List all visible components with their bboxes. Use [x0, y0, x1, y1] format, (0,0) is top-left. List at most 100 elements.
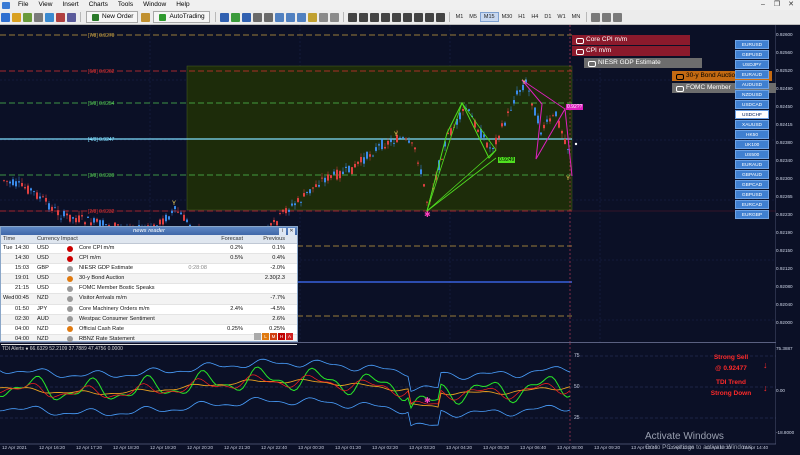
symbol-button[interactable]: GBPUSD [735, 189, 769, 199]
symbol-button[interactable]: EURCAD [735, 199, 769, 209]
vertical-line-icon[interactable] [369, 12, 379, 22]
menu-insert[interactable]: Insert [57, 0, 83, 10]
tester-icon[interactable] [67, 12, 76, 22]
crosshair-icon[interactable] [358, 12, 368, 22]
expand-icon[interactable] [613, 12, 623, 22]
news-row[interactable]: 21:15 USD FOMC Member Bostic Speaks [1, 284, 297, 295]
header-time[interactable]: Time [1, 235, 37, 243]
zoom-in-icon[interactable] [252, 12, 262, 22]
bar-chart-icon[interactable] [219, 12, 229, 22]
label-tool-icon[interactable] [435, 12, 445, 22]
calendar-event[interactable]: CPI m/m [572, 46, 690, 56]
terminal-icon[interactable] [56, 12, 65, 22]
auto-scroll-icon[interactable] [285, 12, 295, 22]
filter-high-button[interactable]: H [278, 333, 285, 340]
periods-icon[interactable] [318, 12, 328, 22]
close-icon[interactable]: ✕ [784, 0, 798, 10]
close-icon[interactable]: ✕ [288, 227, 295, 235]
new-chart-icon[interactable] [1, 12, 10, 22]
menu-file[interactable]: File [13, 0, 33, 10]
tile-windows-icon[interactable] [274, 12, 284, 22]
symbol-button[interactable]: AUDUSD [735, 79, 769, 90]
symbol-button[interactable]: GBPUSD [735, 49, 769, 60]
symbol-button[interactable]: XAUUSD [735, 119, 769, 130]
news-row[interactable]: 01:50 JPY Core Machinery Orders m/m 2.4% -4.… [1, 304, 297, 315]
navigator-icon[interactable] [45, 12, 54, 22]
candle-chart-icon[interactable] [230, 12, 240, 22]
restore-icon[interactable]: ❐ [770, 0, 784, 10]
shift-icon[interactable] [591, 12, 601, 22]
header-currency[interactable]: Currency [37, 235, 61, 243]
news-row[interactable]: 14:30 USD CPI m/m 0.5% 0.4% [1, 254, 297, 265]
cursor-icon[interactable] [347, 12, 357, 22]
timeframe-m1[interactable]: M1 [453, 12, 467, 22]
symbol-button[interactable]: GBPCAD [735, 179, 769, 189]
timeframe-h1[interactable]: H1 [515, 12, 528, 22]
news-row[interactable]: 04:00 NZD Official Cash Rate 0.25% 0.25% [1, 324, 297, 335]
symbol-button[interactable]: HK50 [735, 129, 769, 140]
calendar-event[interactable]: Core CPI m/m [572, 35, 690, 45]
symbol-button[interactable]: USDCAD [735, 99, 769, 110]
symbol-button[interactable]: USDJPY [735, 59, 769, 70]
zoom-out-icon[interactable] [263, 12, 273, 22]
timeframe-m15[interactable]: M15 [479, 12, 499, 22]
minimize-icon[interactable]: – [756, 0, 770, 10]
header-previous[interactable]: Previous [243, 235, 289, 243]
news-reader-window[interactable]: news reader i ✕ Time Currency Impact For… [0, 226, 298, 345]
timeframe-w1[interactable]: W1 [554, 12, 568, 22]
menu-tools[interactable]: Tools [113, 0, 138, 10]
symbol-button[interactable]: EURAUD [735, 159, 769, 169]
impact-dot-icon [67, 326, 73, 333]
news-row[interactable]: 04:00 NZD RBNZ Rate Statement [1, 335, 297, 345]
symbol-button[interactable]: EURGBP [735, 209, 769, 219]
indicators-icon[interactable] [307, 12, 317, 22]
autotrading-button[interactable]: AutoTrading [153, 11, 210, 23]
news-row[interactable]: Wed 00:45 NZD Visitor Arrivals m/m -7.7% [1, 294, 297, 305]
news-row[interactable]: 15:03 GBP NIESR GDP Estimate 0:28:08 -2.0% [1, 264, 297, 275]
symbol-button[interactable]: EURUSD [735, 40, 769, 50]
line-chart-icon[interactable] [241, 12, 251, 22]
symbol-button-selected[interactable]: USDCHF [735, 109, 769, 120]
timeframe-mn[interactable]: MN [569, 12, 584, 22]
profiles-icon[interactable] [23, 12, 32, 22]
news-row[interactable]: 19:01 USD 30-y Bond Auction 2.30|2.3 [1, 274, 297, 285]
filter-all-button[interactable]: A [286, 333, 293, 340]
metaeditor-icon[interactable] [141, 12, 151, 22]
symbol-button[interactable]: EURAUD [735, 69, 769, 80]
menu-view[interactable]: View [33, 0, 57, 10]
channel-icon[interactable] [402, 12, 412, 22]
timeframe-h4[interactable]: H4 [528, 12, 541, 22]
news-event: Westpac Consumer Sentiment [79, 315, 155, 322]
news-row[interactable]: Tue 14:30 USD Core CPI m/m 0.2% 0.1% [1, 244, 297, 255]
symbol-button[interactable]: US500 [735, 149, 769, 160]
news-row[interactable]: 02:30 AUD Westpac Consumer Sentiment 2.6% [1, 315, 297, 325]
fibonacci-icon[interactable] [413, 12, 423, 22]
symbol-button[interactable]: NZDUSD [735, 89, 769, 100]
symbol-button[interactable]: UK100 [735, 139, 769, 150]
trendline-icon[interactable] [391, 12, 401, 22]
text-tool-icon[interactable] [424, 12, 434, 22]
info-icon[interactable]: i [279, 227, 286, 235]
timeframe-d1[interactable]: D1 [541, 12, 554, 22]
new-order-button[interactable]: New Order [86, 11, 139, 23]
templates-icon[interactable] [329, 12, 339, 22]
header-impact[interactable]: Impact [61, 235, 79, 243]
settings-icon[interactable] [602, 12, 612, 22]
timeframe-m5[interactable]: M5 [466, 12, 480, 22]
filter-low-button[interactable]: L [262, 333, 269, 340]
symbol-button[interactable]: GBPAUD [735, 169, 769, 179]
menu-help[interactable]: Help [171, 0, 194, 10]
chart-shift-icon[interactable] [296, 12, 306, 22]
menu-charts[interactable]: Charts [84, 0, 113, 10]
menu-window[interactable]: Window [138, 0, 171, 10]
indicator-axis-label: 75.3887 [776, 346, 793, 351]
open-folder-icon[interactable] [12, 12, 21, 22]
news-reader-titlebar[interactable]: news reader i ✕ [1, 227, 297, 235]
filter-medium-button[interactable]: M [270, 333, 277, 340]
filter-none-button[interactable] [254, 333, 261, 340]
horizontal-line-icon[interactable] [380, 12, 390, 22]
calendar-event[interactable]: NIESR GDP Estimate [584, 58, 702, 68]
header-forecast[interactable]: Forecast [209, 235, 243, 243]
market-watch-icon[interactable] [34, 12, 43, 22]
timeframe-m30[interactable]: M30 [499, 12, 516, 22]
